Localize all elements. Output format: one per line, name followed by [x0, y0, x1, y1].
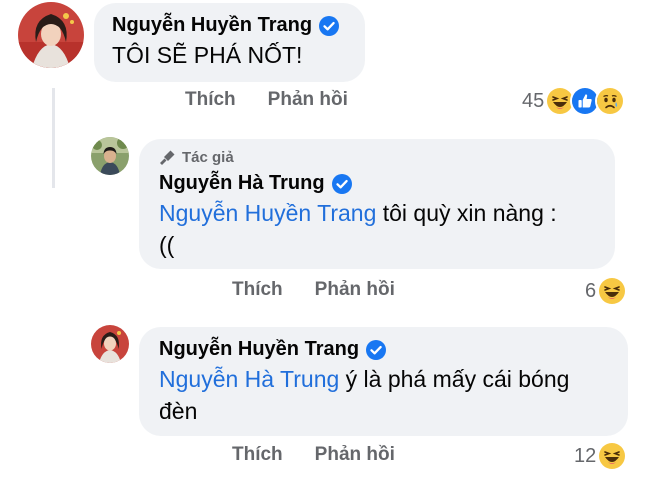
- comment-text: Nguyễn Huyền Trang tôi quỳ xin nàng : ((: [159, 197, 595, 261]
- microphone-icon: [160, 150, 175, 165]
- author-badge-label: Tác giả: [182, 149, 234, 166]
- comment-text-line: tôi quỳ xin nàng :: [376, 200, 557, 226]
- avatar[interactable]: [91, 137, 129, 175]
- reaction-count: 12: [574, 444, 597, 467]
- mention-link[interactable]: Nguyễn Hà Trung: [159, 366, 339, 392]
- comment-text-line: ((: [159, 232, 175, 258]
- sad-icon: [595, 86, 626, 116]
- thread-line: [52, 88, 55, 188]
- avatar[interactable]: [18, 2, 84, 68]
- reply-button[interactable]: Phản hồi: [268, 89, 348, 111]
- verified-badge-icon: [331, 173, 352, 194]
- reaction-count: 6: [585, 279, 597, 302]
- verified-badge-icon: [319, 15, 340, 36]
- comment-bubble: Nguyễn Huyền Trang TÔI SẼ PHÁ NỐT!: [94, 3, 365, 82]
- verified-badge-icon: [366, 339, 387, 360]
- haha-icon: [597, 276, 628, 306]
- comment-author[interactable]: Nguyễn Huyền Trang: [112, 14, 312, 37]
- comment-text: Nguyễn Hà Trung ý là phá mấy cái bóng đè…: [159, 363, 608, 427]
- comment-text: TÔI SẼ PHÁ NỐT!: [112, 42, 303, 68]
- comment-actions: Thích Phản hồi: [232, 279, 395, 301]
- reaction-count: 45: [522, 89, 545, 112]
- author-badge: Tác giả: [159, 149, 595, 166]
- mention-link[interactable]: Nguyễn Huyền Trang: [159, 200, 376, 226]
- comment-bubble: Nguyễn Huyền Trang Nguyễn Hà Trung ý là …: [139, 327, 628, 436]
- like-button[interactable]: Thích: [232, 279, 283, 301]
- comment-author[interactable]: Nguyễn Hà Trung: [159, 172, 325, 195]
- avatar[interactable]: [91, 325, 129, 363]
- comment-text-line: ý là phá mấy cái bóng: [339, 366, 570, 392]
- reaction-summary[interactable]: 12: [574, 441, 628, 471]
- haha-icon: [597, 441, 628, 471]
- like-button[interactable]: Thích: [232, 444, 283, 466]
- reaction-summary[interactable]: 6: [585, 276, 628, 306]
- comment-bubble: Tác giả Nguyễn Hà Trung Nguyễn Huyền Tra…: [139, 139, 615, 269]
- reaction-summary[interactable]: 45: [522, 86, 626, 116]
- like-button[interactable]: Thích: [185, 89, 236, 111]
- comment-author[interactable]: Nguyễn Huyền Trang: [159, 338, 359, 361]
- reply-button[interactable]: Phản hồi: [315, 279, 395, 301]
- comment-text-line: đèn: [159, 398, 198, 424]
- reply-button[interactable]: Phản hồi: [315, 444, 395, 466]
- comment-actions: Thích Phản hồi: [232, 444, 395, 466]
- comment-actions: Thích Phản hồi: [185, 89, 348, 111]
